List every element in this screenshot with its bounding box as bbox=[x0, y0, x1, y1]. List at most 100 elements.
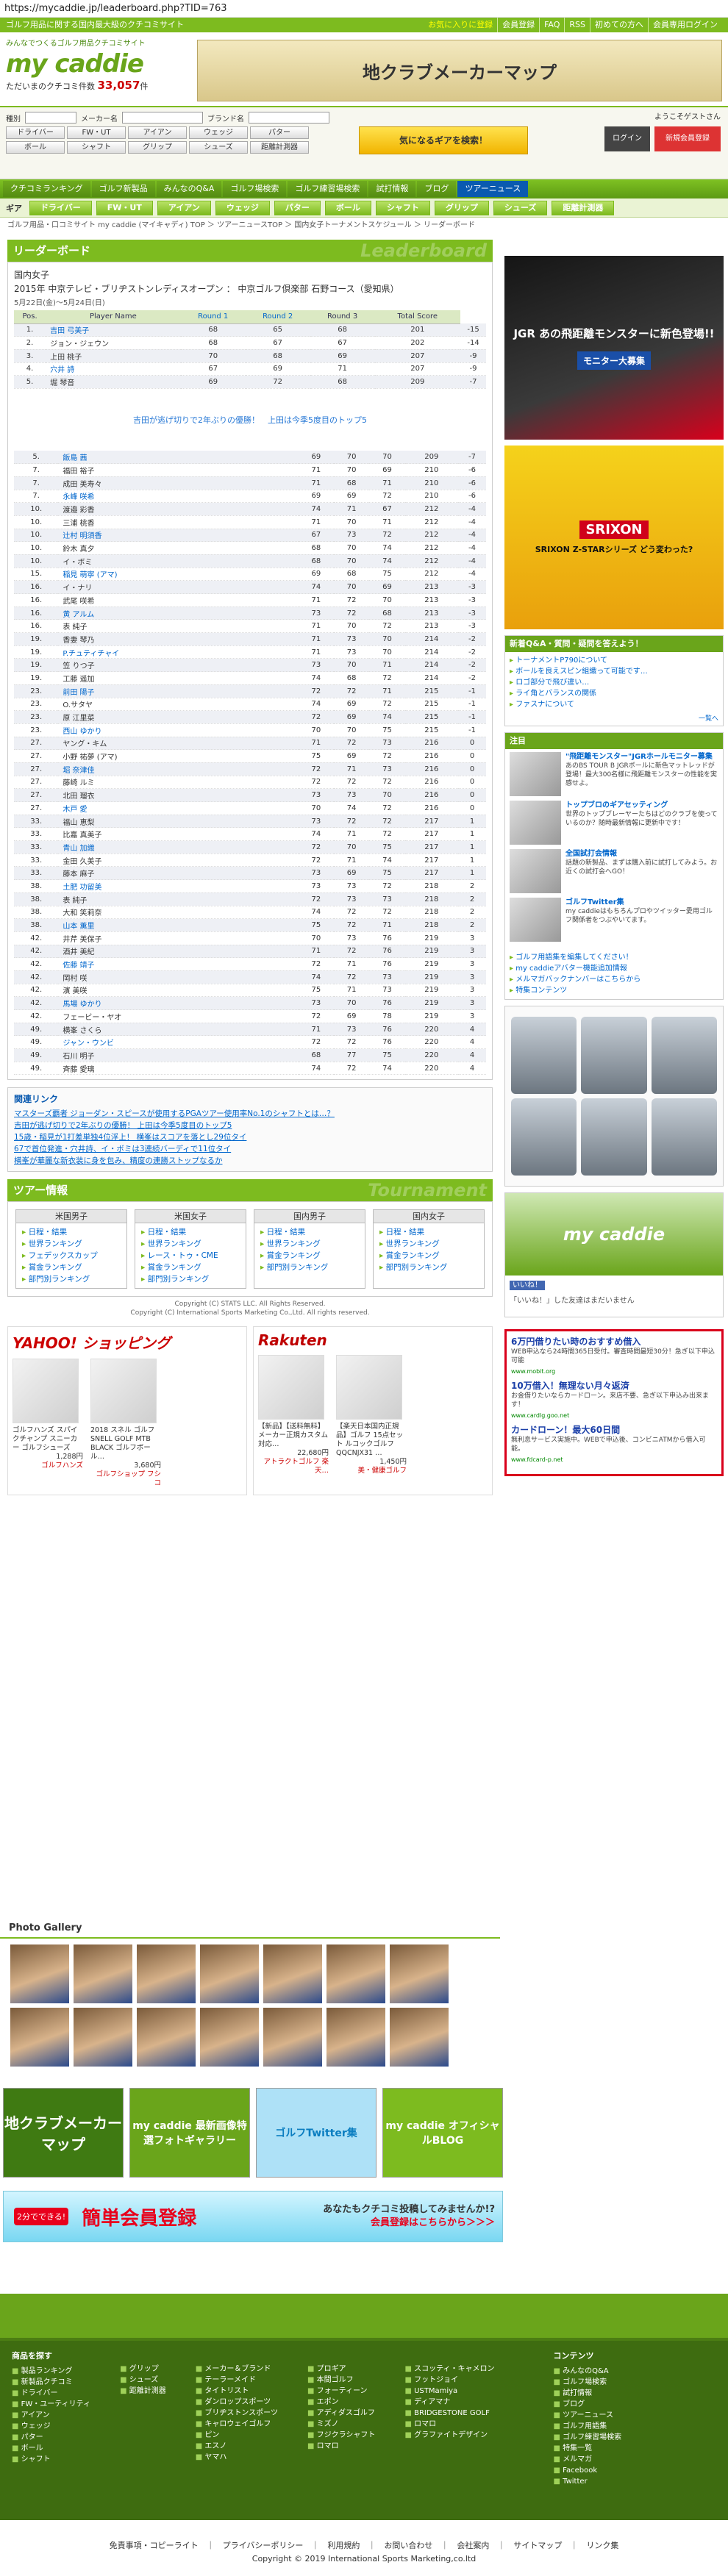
gear-tab[interactable]: ウェッジ bbox=[215, 200, 270, 215]
tour-link[interactable]: 世界ランキング bbox=[22, 1238, 121, 1250]
footer-link[interactable]: ヤマハ bbox=[196, 2452, 278, 2463]
signup-question[interactable]: あなたもクチコミ投稿してみませんか!? 会員登録はこちらから＞＞＞ bbox=[323, 2203, 495, 2230]
footer-link[interactable]: ツアーニュース bbox=[553, 2410, 621, 2421]
facebook-cover[interactable]: my caddie bbox=[505, 1193, 723, 1276]
qa-link[interactable]: ライ角とバランスの関係 bbox=[510, 688, 718, 699]
signup-banner[interactable]: 2分でできる! 簡単会員登録 あなたもクチコミ投稿してみませんか!? 会員登録はこ… bbox=[3, 2191, 503, 2242]
product-image[interactable] bbox=[13, 1359, 79, 1424]
player-name-cell[interactable]: 井芹 美保子 bbox=[58, 931, 299, 945]
nav-item[interactable]: ゴルフ新製品 bbox=[91, 181, 155, 197]
category-button[interactable]: ボール bbox=[6, 141, 65, 154]
footer-link[interactable]: シャフト bbox=[12, 2454, 90, 2465]
news-image[interactable] bbox=[510, 752, 561, 796]
gallery-photo[interactable] bbox=[137, 1944, 196, 2003]
news-item[interactable]: "飛距離モンスター"JGRホールモニター募集 あのBS TOUR B JGRボール… bbox=[510, 752, 718, 796]
player-name-cell[interactable]: 工藤 遥加 bbox=[58, 671, 299, 685]
footer-link[interactable]: アイアン bbox=[12, 2410, 90, 2421]
category-button[interactable]: アイアン bbox=[128, 126, 187, 139]
player-name-cell[interactable]: 石川 明子 bbox=[58, 1048, 299, 1062]
player-name-cell[interactable]: 大和 笑莉奈 bbox=[58, 906, 299, 920]
leaderboard-headline[interactable]: 吉田が逃げ切りで2年ぶりの優勝！ 上田は今季5度目のトップ5 bbox=[14, 389, 486, 451]
footer-link[interactable]: エスノ bbox=[196, 2441, 278, 2452]
breadcrumb[interactable]: ゴルフ用品・口コミサイト my caddie (マイキャディ) TOP ＞ ツア… bbox=[0, 218, 728, 234]
nav-item-active[interactable]: ツアーニュース bbox=[457, 181, 529, 197]
nav-item[interactable]: ゴルフ場検索 bbox=[223, 181, 287, 197]
yahoo-logo[interactable]: YAHOO! ショッピング bbox=[13, 1331, 242, 1353]
footer-link[interactable]: エポン bbox=[307, 2397, 375, 2408]
gallery-photo[interactable] bbox=[263, 2008, 322, 2067]
player-name-cell[interactable]: 馬場 ゆかり bbox=[58, 996, 299, 1010]
footer-bottom-links[interactable]: 免責事項・コピーライト ｜ プライバシーポリシー ｜ 利用規約 ｜ お問い合わせ… bbox=[0, 2539, 728, 2552]
category-button[interactable]: FW・UT bbox=[67, 126, 126, 139]
footer-link[interactable]: フジクラシャフト bbox=[307, 2430, 376, 2441]
tour-link[interactable]: 世界ランキング bbox=[260, 1238, 359, 1250]
tour-link[interactable]: 部門別ランキング bbox=[22, 1273, 121, 1285]
footer-link[interactable]: ブログ bbox=[553, 2399, 621, 2410]
footer-link[interactable]: ドライバー bbox=[12, 2388, 90, 2399]
category-button[interactable]: シューズ bbox=[189, 141, 248, 154]
gallery-photo[interactable] bbox=[137, 2008, 196, 2067]
gear-tab[interactable]: 距離計測器 bbox=[552, 200, 615, 215]
player-name-cell[interactable]: 酒井 美紀 bbox=[58, 945, 299, 959]
loan-ad[interactable]: 6万円借りたい時のおすすめ借入 WEB申込なら24時間365日受付。審査時間最短… bbox=[504, 1329, 724, 1476]
player-name-cell[interactable]: O.サタヤ bbox=[58, 698, 299, 712]
ad-button[interactable]: モニター大募集 bbox=[577, 351, 651, 370]
news-image[interactable] bbox=[510, 849, 561, 893]
gear-tab[interactable]: FW・UT bbox=[96, 200, 153, 215]
sidebar-link[interactable]: メルマガバックナンバーはこちらから bbox=[510, 974, 718, 985]
ad-title[interactable]: 10万借入！無理ない月々返済 bbox=[511, 1380, 717, 1392]
footer-link[interactable]: アディダスゴルフ bbox=[307, 2408, 375, 2419]
maker-select[interactable] bbox=[122, 112, 203, 124]
tour-link[interactable]: 部門別ランキング bbox=[379, 1262, 478, 1273]
gallery-photo[interactable] bbox=[326, 1944, 385, 2003]
player-name-cell[interactable]: 表 純子 bbox=[58, 892, 299, 906]
product-title[interactable]: 【楽天日本国内正規品】ゴルフ 15点セット ルコックゴルフ QQCNJX31 … bbox=[336, 1423, 407, 1458]
top-link[interactable]: お気に入りに登録 bbox=[424, 18, 497, 32]
player-name-cell[interactable]: 穴井 詩 bbox=[46, 362, 181, 376]
top-link[interactable]: FAQ bbox=[539, 18, 564, 32]
tour-link[interactable]: 日程・結果 bbox=[260, 1226, 359, 1238]
tour-link[interactable]: 賞金ランキング bbox=[379, 1250, 478, 1262]
player-name-cell[interactable]: 小野 祐夢 (アマ) bbox=[58, 749, 299, 763]
top-link[interactable]: RSS bbox=[564, 18, 590, 32]
nav-item[interactable]: ブログ bbox=[417, 181, 457, 197]
gear-tab[interactable]: グリップ bbox=[434, 200, 489, 215]
gallery-photo[interactable] bbox=[200, 1944, 259, 2003]
product-image[interactable] bbox=[90, 1359, 157, 1424]
news-title[interactable]: 全国試打会情報 bbox=[565, 849, 718, 859]
col-header[interactable]: Round 1 bbox=[180, 310, 246, 324]
player-name-cell[interactable]: 鈴木 真夕 bbox=[58, 541, 299, 555]
player-name-cell[interactable]: 岡村 咲 bbox=[58, 970, 299, 984]
footer-link[interactable]: FW・ユーティリティ bbox=[12, 2399, 90, 2410]
player-name-cell[interactable]: 渡邉 彩香 bbox=[58, 502, 299, 516]
footer-link[interactable]: 試打情報 bbox=[553, 2388, 621, 2399]
promo-map[interactable]: 地クラブメーカーマップ bbox=[3, 2088, 124, 2178]
nav-item[interactable]: 試打情報 bbox=[368, 181, 416, 197]
footer-link[interactable]: ディアマナ bbox=[404, 2397, 494, 2408]
player-name-cell[interactable]: 前田 陽子 bbox=[58, 684, 299, 698]
tour-link[interactable]: 日程・結果 bbox=[141, 1226, 240, 1238]
gallery-photo[interactable] bbox=[74, 2008, 132, 2067]
shop-item[interactable]: 【新品】【送料無料】 メーカー正規カスタム対応… 22,680円 アトラクトゴル… bbox=[258, 1355, 329, 1475]
player-name-cell[interactable]: 福山 恵梨 bbox=[58, 815, 299, 829]
browser-url-bar[interactable]: https://mycaddie.jp/leaderboard.php?TID=… bbox=[0, 0, 728, 18]
footer-link[interactable]: ロマロ bbox=[307, 2441, 375, 2452]
player-name-cell[interactable]: ジョン・ジェウン bbox=[46, 336, 181, 350]
top-link[interactable]: 会員専用ログイン bbox=[648, 18, 722, 32]
related-link[interactable]: 吉田が逃げ切りで2年ぶりの優勝！ 上田は今季5度目のトップ5 bbox=[14, 1120, 486, 1131]
news-title[interactable]: "飛距離モンスター"JGRホールモニター募集 bbox=[565, 752, 718, 762]
footer-link[interactable]: グリップ bbox=[120, 2364, 166, 2375]
product-image[interactable] bbox=[258, 1355, 324, 1420]
login-button[interactable]: ログイン bbox=[604, 126, 650, 151]
gallery-photo[interactable] bbox=[326, 2008, 385, 2067]
footer-link[interactable]: パター bbox=[12, 2432, 90, 2443]
tour-link[interactable]: 部門別ランキング bbox=[260, 1262, 359, 1273]
footer-link[interactable]: ピン bbox=[196, 2430, 278, 2441]
player-name-cell[interactable]: 北田 瑠衣 bbox=[58, 788, 299, 802]
player-name-cell[interactable]: 金田 久美子 bbox=[58, 854, 299, 867]
qa-link[interactable]: ロゴ部分で飛び違い… bbox=[510, 677, 718, 688]
news-item[interactable]: ゴルフTwitter集 my caddieはもちろんプロやツイッター愛用ゴルフ関係… bbox=[510, 898, 718, 942]
type-select[interactable] bbox=[25, 112, 76, 124]
car-image[interactable] bbox=[511, 1098, 577, 1176]
sidebar-ad-jgr[interactable]: JGR あの飛距離モンスターに新色登場!! モニター大募集 bbox=[504, 256, 724, 440]
